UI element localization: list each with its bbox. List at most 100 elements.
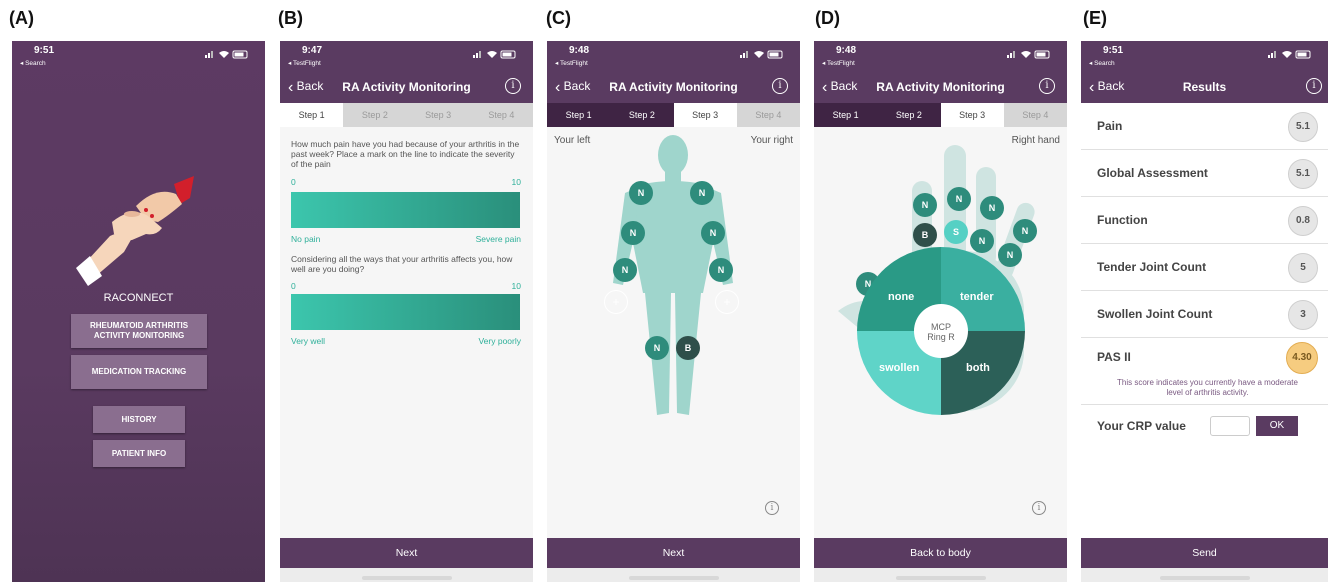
status-time: 9:51 [1103, 45, 1124, 56]
result-label: Pain [1097, 119, 1123, 133]
result-value-badge: 3 [1288, 300, 1318, 330]
phone-screen-body: 9:48 ◂ TestFlight ‹ Back RA Activity Mon… [547, 41, 800, 582]
phone-screen-step1: 9:47 ◂ TestFlight ‹ Back RA Activity Mon… [280, 41, 533, 582]
patient-info-button[interactable]: PATIENT INFO [93, 440, 185, 467]
option-swollen-label[interactable]: swollen [879, 362, 919, 374]
info-icon[interactable]: i [765, 501, 779, 515]
option-both-label[interactable]: both [966, 362, 990, 374]
step-tabs: Step 1 Step 2 Step 3 Step 4 [280, 103, 533, 127]
status-bar: 9:51 ◂ Search [12, 41, 265, 71]
your-right-label: Your right [750, 135, 793, 146]
page-title: Results [1182, 80, 1227, 94]
tab-step-3[interactable]: Step 3 [940, 103, 1004, 127]
home-indicator [895, 576, 986, 580]
signal-wifi-battery-icon [473, 50, 516, 59]
tab-step-3[interactable]: Step 3 [673, 103, 737, 127]
joint-marker-mcp-middle[interactable]: S [944, 220, 968, 244]
status-back-link[interactable]: ◂ Search [20, 59, 46, 67]
tab-step-2[interactable]: Step 2 [610, 103, 674, 127]
tab-step-3[interactable]: Step 3 [406, 103, 470, 127]
joint-marker-right-knee[interactable]: B [676, 336, 700, 360]
panel-label-a: (A) [9, 8, 34, 28]
scale-min: 0 [291, 281, 296, 291]
scale-left-label: Very well [291, 336, 326, 346]
nav-bar: ‹ Back RA Activity Monitoring i [280, 71, 533, 103]
history-button[interactable]: HISTORY [93, 406, 185, 433]
right-hand-expand-button[interactable]: + [715, 290, 739, 314]
wellbeing-scale-labels: Very well Very poorly [291, 336, 521, 346]
tab-step-2[interactable]: Step 2 [343, 103, 407, 127]
next-button[interactable]: Next [280, 538, 533, 568]
tab-step-1[interactable]: Step 1 [547, 103, 611, 127]
home-indicator [1159, 576, 1250, 580]
crp-ok-button[interactable]: OK [1256, 416, 1298, 436]
joint-marker-mcp-index[interactable]: B [913, 223, 937, 247]
left-hand-expand-button[interactable]: + [604, 290, 628, 314]
phone-screen-home: 9:51 ◂ Search RACONNECT RHEUMATOID ARTHR… [12, 41, 265, 582]
info-icon[interactable]: i [505, 78, 521, 94]
scale-left-label: No pain [291, 234, 321, 244]
send-button[interactable]: Send [1081, 538, 1328, 568]
info-icon[interactable]: i [772, 78, 788, 94]
tab-step-4[interactable]: Step 4 [1003, 103, 1067, 127]
tab-step-4[interactable]: Step 4 [736, 103, 800, 127]
status-time: 9:48 [836, 45, 857, 56]
pain-slider[interactable] [291, 192, 520, 228]
info-icon[interactable]: i [1306, 78, 1322, 94]
joint-marker-left-knee[interactable]: N [645, 336, 669, 360]
back-to-body-button[interactable]: Back to body [814, 538, 1067, 568]
joint-marker-pip-ring[interactable]: N [980, 196, 1004, 220]
info-icon[interactable]: i [1032, 501, 1046, 515]
page-title: RA Activity Monitoring [342, 80, 471, 94]
wellbeing-slider[interactable] [291, 294, 520, 330]
home-indicator-area [1081, 568, 1328, 582]
result-row-tender-joint-count: Tender Joint Count 5 [1081, 244, 1328, 291]
result-row-function: Function 0.8 [1081, 197, 1328, 244]
joint-group: MCP [931, 322, 951, 332]
ra-activity-monitoring-button[interactable]: RHEUMATOID ARTHRITIS ACTIVITY MONITORING [71, 314, 207, 348]
tab-step-4[interactable]: Step 4 [469, 103, 533, 127]
pain-question: How much pain have you had because of yo… [291, 139, 520, 169]
info-icon[interactable]: i [1039, 78, 1055, 94]
status-time: 9:48 [569, 45, 590, 56]
wellbeing-question: Considering all the ways that your arthr… [291, 254, 513, 274]
option-tender-label[interactable]: tender [960, 291, 994, 303]
joint-marker-left-wrist[interactable]: N [613, 258, 637, 282]
page-title: RA Activity Monitoring [876, 80, 1005, 94]
joint-marker-pip-middle[interactable]: N [947, 187, 971, 211]
next-button[interactable]: Next [547, 538, 800, 568]
tab-step-2[interactable]: Step 2 [877, 103, 941, 127]
home-indicator-area [280, 568, 533, 582]
page-title: RA Activity Monitoring [609, 80, 738, 94]
status-back-link[interactable]: ◂ Search [1089, 59, 1115, 67]
option-none-label[interactable]: none [888, 291, 914, 303]
joint-marker-pip-little[interactable]: N [1013, 219, 1037, 243]
joint-marker-pip-index[interactable]: N [913, 193, 937, 217]
step-tabs: Step 1 Step 2 Step 3 Step 4 [814, 103, 1067, 127]
panel-label-d: (D) [815, 8, 840, 28]
tab-step-1[interactable]: Step 1 [814, 103, 878, 127]
status-bar: 9:48 ◂ TestFlight [547, 41, 800, 71]
joint-marker-right-shoulder[interactable]: N [690, 181, 714, 205]
result-value-badge: 5.1 [1288, 112, 1318, 142]
scale-max: 10 [511, 281, 521, 291]
score-note-line: level of arthritis activity. [1166, 388, 1249, 397]
home-indicator [361, 576, 452, 580]
home-indicator [628, 576, 719, 580]
joint-name: Ring R [927, 332, 955, 342]
handshake-logo [76, 176, 194, 286]
scale-right-label: Very poorly [478, 336, 521, 346]
status-back-link[interactable]: ◂ TestFlight [822, 59, 855, 67]
joint-marker-right-wrist[interactable]: N [709, 258, 733, 282]
nav-bar: ‹ Back Results i [1081, 71, 1328, 103]
joint-marker-right-elbow[interactable]: N [701, 221, 725, 245]
result-row-pas-ii: PAS II 4.30 This score indicates you cur… [1081, 338, 1328, 405]
status-back-link[interactable]: ◂ TestFlight [288, 59, 321, 67]
status-time: 9:47 [302, 45, 323, 56]
joint-marker-left-elbow[interactable]: N [621, 221, 645, 245]
status-back-link[interactable]: ◂ TestFlight [555, 59, 588, 67]
tab-step-1[interactable]: Step 1 [280, 103, 344, 127]
crp-input[interactable] [1210, 416, 1250, 436]
joint-marker-left-shoulder[interactable]: N [629, 181, 653, 205]
medication-tracking-button[interactable]: MEDICATION TRACKING [71, 355, 207, 389]
